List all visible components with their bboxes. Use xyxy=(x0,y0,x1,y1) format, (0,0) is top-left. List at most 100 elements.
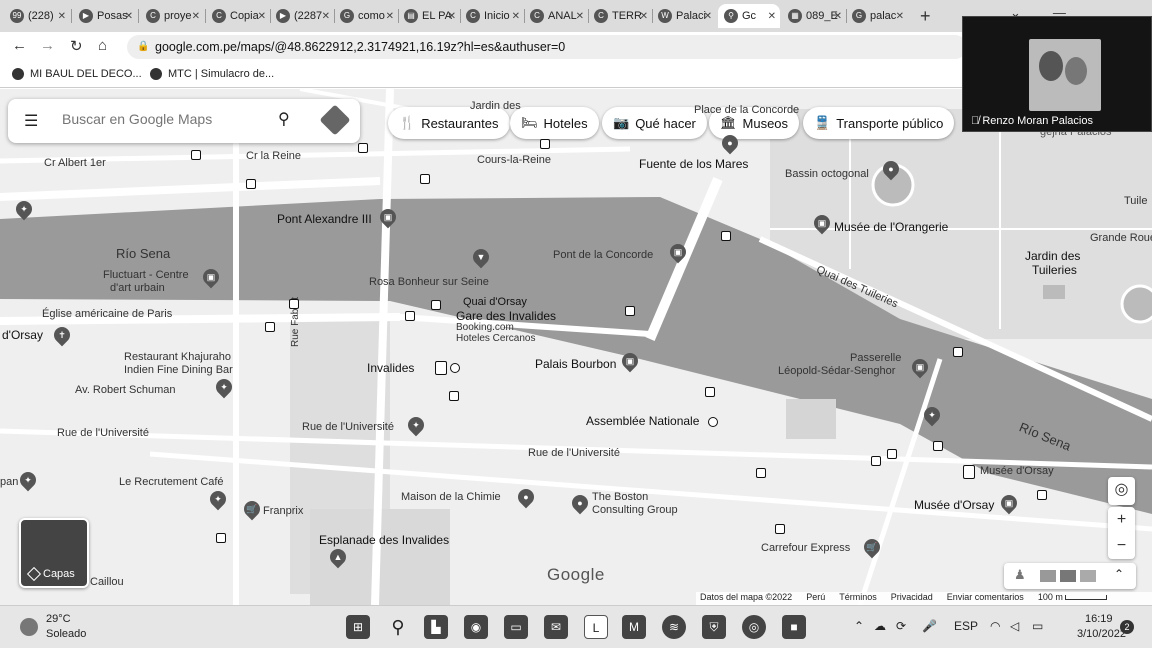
poi-marker[interactable]: ▣ xyxy=(618,349,642,373)
close-icon[interactable]: ✕ xyxy=(125,11,133,22)
poi-marker[interactable]: ▣ xyxy=(666,240,690,264)
zoom-out-button[interactable]: − xyxy=(1108,533,1135,559)
chevron-up-icon[interactable]: ⌃ xyxy=(854,619,864,633)
layers-button[interactable]: Capas xyxy=(19,518,89,588)
new-tab-button[interactable]: + xyxy=(920,6,931,27)
tab-12-active[interactable]: ⚲ Gc ✕ xyxy=(718,4,780,28)
close-icon[interactable]: ✕ xyxy=(58,11,66,22)
bus-stop-icon[interactable] xyxy=(431,300,441,310)
map-poi-label[interactable]: Fluctuart - Centre xyxy=(103,269,189,281)
train-station-icon[interactable] xyxy=(435,361,447,375)
close-icon[interactable]: ✕ xyxy=(448,11,456,22)
map-poi-label[interactable]: Fuente de los Mares xyxy=(639,157,748,171)
cloud-icon[interactable]: ☁ xyxy=(874,619,886,633)
close-icon[interactable]: ✕ xyxy=(834,11,842,22)
map-poi-label[interactable]: Maison de la Chimie xyxy=(401,491,501,503)
hamburger-menu-icon[interactable]: ☰ xyxy=(24,111,42,131)
poi-marker[interactable]: ✦ xyxy=(404,413,428,437)
notification-badge[interactable]: 2 xyxy=(1120,620,1134,634)
map-poi-label[interactable]: Pont Alexandre III xyxy=(277,212,372,226)
snip-icon[interactable]: ▙ xyxy=(424,615,448,639)
poi-marker[interactable]: ▼ xyxy=(469,245,493,269)
tab-10[interactable]: C TERR ✕ xyxy=(588,4,652,28)
close-icon[interactable]: ✕ xyxy=(512,11,520,22)
close-icon[interactable]: ✕ xyxy=(258,11,266,22)
my-location-button[interactable]: ◎ xyxy=(1108,477,1135,505)
bus-stop-icon[interactable] xyxy=(721,231,731,241)
map-poi-label[interactable]: Musée de l'Orangerie xyxy=(834,220,948,234)
country-link[interactable]: Perú xyxy=(806,592,825,605)
poi-marker[interactable]: ● xyxy=(718,131,742,155)
map-poi-label[interactable]: Consulting Group xyxy=(592,504,678,516)
chip-transporte-publico[interactable]: 🚆 Transporte público xyxy=(803,107,955,139)
search-icon[interactable]: ⚲ xyxy=(278,109,290,129)
feedback-link[interactable]: Enviar comentarios xyxy=(947,592,1024,605)
map-poi-label[interactable]: Rosa Bonheur sur Seine xyxy=(369,276,489,288)
bus-stop-icon[interactable] xyxy=(265,322,275,332)
bus-stop-icon[interactable] xyxy=(625,306,635,316)
shield-icon[interactable]: ⛨ xyxy=(702,615,726,639)
map-poi-label[interactable]: Le Recrutement Café xyxy=(119,476,224,488)
tab-14[interactable]: Gpalac ✕ xyxy=(846,4,908,28)
map-poi-label[interactable]: Passerelle xyxy=(850,352,901,364)
bus-stop-icon[interactable] xyxy=(756,468,766,478)
map-poi-label[interactable]: Musée d'Orsay xyxy=(980,465,1054,477)
bus-stop-icon[interactable] xyxy=(953,347,963,357)
close-icon[interactable]: ✕ xyxy=(576,11,584,22)
tab-7[interactable]: ▤ EL PA ✕ xyxy=(398,4,460,28)
poi-marker[interactable]: ✝ xyxy=(50,323,74,347)
map-poi-label[interactable]: Booking.com xyxy=(456,322,514,333)
spotify-icon[interactable]: ≋ xyxy=(662,615,686,639)
map-thumbnail[interactable] xyxy=(1060,570,1076,582)
chip-que-hacer[interactable]: 📷 Qué hacer xyxy=(602,107,707,139)
poi-marker[interactable]: 🛒 xyxy=(240,497,264,521)
bus-stop-icon[interactable] xyxy=(887,449,897,459)
weather-condition[interactable]: Soleado xyxy=(46,628,86,640)
battery-icon[interactable]: ▭ xyxy=(1032,619,1043,633)
bus-stop-icon[interactable] xyxy=(405,311,415,321)
chrome-icon[interactable]: ◎ xyxy=(742,615,766,639)
poi-marker[interactable]: ▣ xyxy=(199,265,223,289)
poi-marker[interactable]: ✦ xyxy=(212,375,236,399)
forward-arrow-icon[interactable]: → xyxy=(40,37,55,54)
metro-icon[interactable] xyxy=(708,417,718,427)
tab-11[interactable]: W Palaci ✕ xyxy=(652,4,716,28)
weather-temp[interactable]: 29°C xyxy=(46,613,71,625)
video-icon[interactable]: ■ xyxy=(782,615,806,639)
bus-stop-icon[interactable] xyxy=(191,150,201,160)
teams-icon[interactable]: ◉ xyxy=(464,615,488,639)
tab-3[interactable]: Cproye ✕ xyxy=(140,4,204,28)
back-arrow-icon[interactable]: ← xyxy=(12,37,27,54)
poi-marker[interactable]: ● xyxy=(568,491,592,515)
tab-4[interactable]: C Copia ✕ xyxy=(206,4,270,28)
close-icon[interactable]: ✕ xyxy=(386,11,394,22)
mail-icon[interactable]: ✉ xyxy=(544,615,568,639)
map-poi-label[interactable]: Jardin des xyxy=(1025,249,1080,263)
map-canvas[interactable]: ☰ ⚲ 🍴Restaurantes 🛏Hoteles 📷Qué hacer 🏛M… xyxy=(0,89,1152,605)
poi-marker[interactable]: ▣ xyxy=(908,355,932,379)
chevron-up-icon[interactable]: ⌃ xyxy=(1114,567,1124,581)
close-icon[interactable]: ✕ xyxy=(192,11,200,22)
terms-link[interactable]: Términos xyxy=(839,592,877,605)
volume-icon[interactable]: ◁ xyxy=(1010,619,1019,633)
bus-stop-icon[interactable] xyxy=(216,533,226,543)
poi-marker[interactable]: ▣ xyxy=(376,205,400,229)
map-poi-label[interactable]: Bassin octogonal xyxy=(785,168,869,180)
zoom-in-button[interactable]: + xyxy=(1108,507,1135,533)
map-poi-label[interactable]: Léopold-Sédar-Senghor xyxy=(778,365,895,377)
windows-start-icon[interactable]: ⊞ xyxy=(346,615,370,639)
bus-stop-icon[interactable] xyxy=(289,299,299,309)
close-icon[interactable]: ✕ xyxy=(704,11,712,22)
privacy-link[interactable]: Privacidad xyxy=(891,592,933,605)
tab-9[interactable]: C ANAL ✕ xyxy=(524,4,588,28)
poi-marker[interactable]: ✦ xyxy=(206,487,230,511)
weather-sun-icon[interactable] xyxy=(20,618,38,636)
bus-stop-icon[interactable] xyxy=(775,524,785,534)
map-poi-label[interactable]: Esplanade des Invalides xyxy=(319,533,449,547)
pegman-icon[interactable]: ♟ xyxy=(1014,567,1026,583)
bus-stop-icon[interactable] xyxy=(420,174,430,184)
search-icon[interactable]: ⚲ xyxy=(386,615,410,639)
map-poi-label[interactable]: Hoteles Cercanos xyxy=(456,333,535,344)
search-input[interactable] xyxy=(62,111,272,127)
map-thumbnail[interactable] xyxy=(1040,570,1056,582)
